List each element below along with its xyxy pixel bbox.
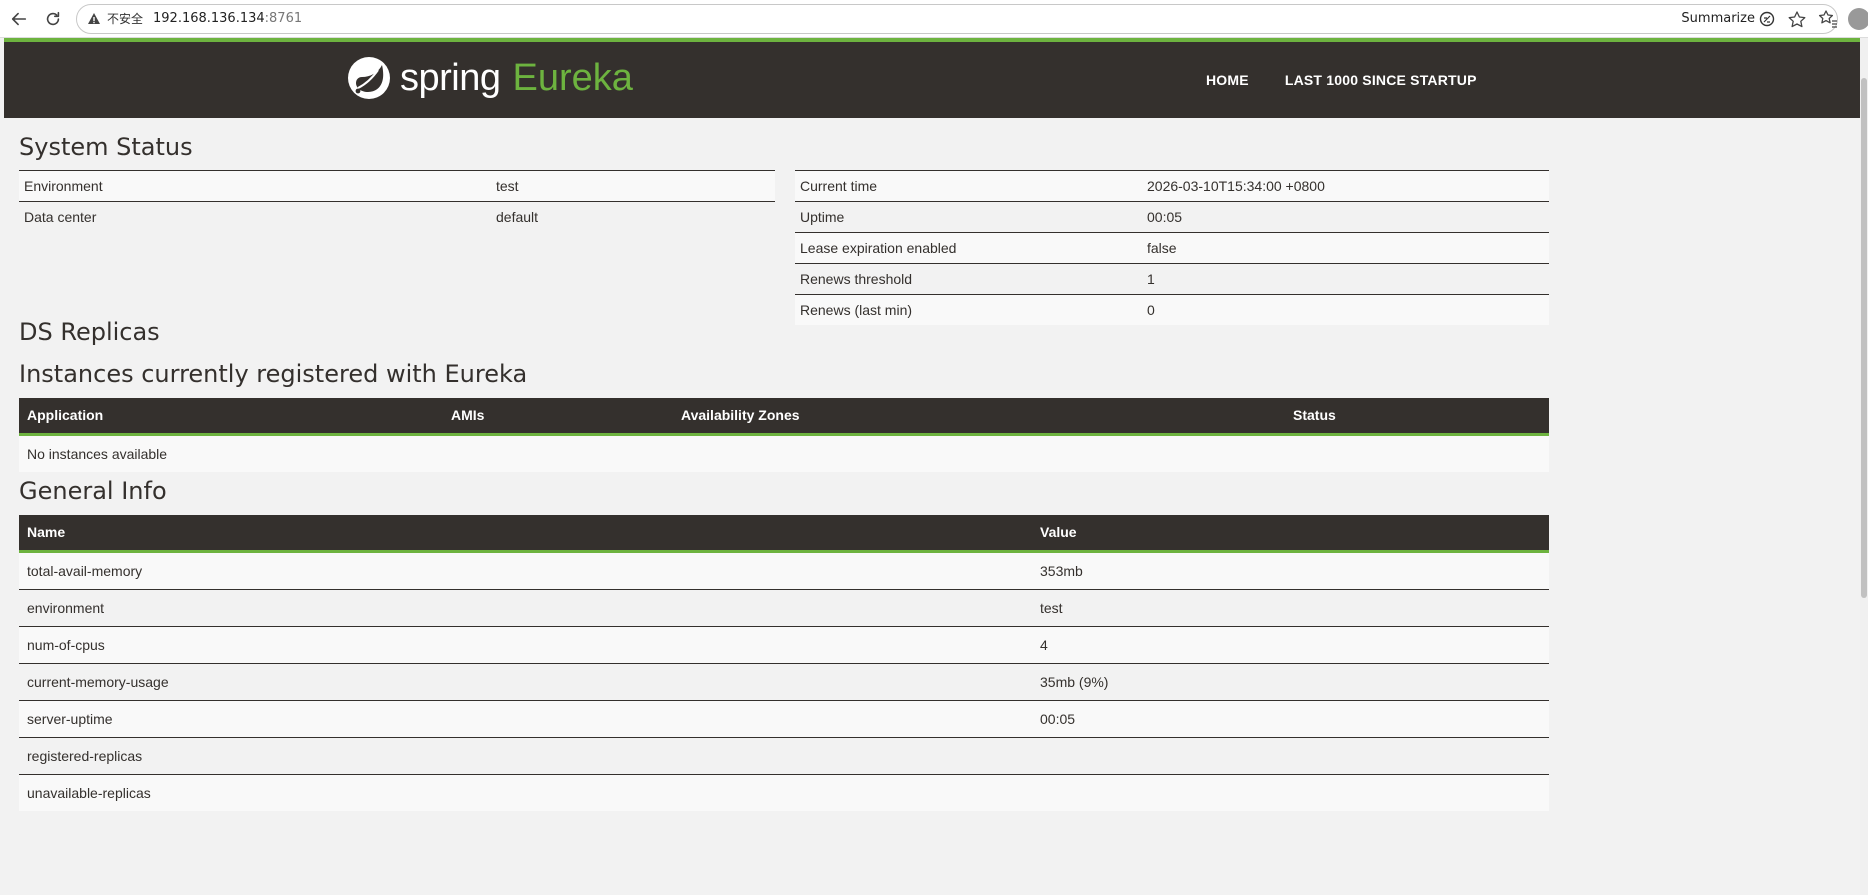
status-key: Current time [795, 170, 1142, 202]
reload-button[interactable] [40, 6, 66, 32]
general-info-table: Name Value total-avail-memory 353mb envi… [19, 515, 1549, 811]
status-value: 1 [1142, 263, 1549, 295]
column-header-status: Status [1285, 398, 1549, 436]
general-info-heading: General Info [19, 477, 167, 505]
nav-last-1000-link[interactable]: LAST 1000 SINCE STARTUP [1285, 72, 1477, 88]
status-row-renews-threshold: Renews threshold 1 [795, 263, 1549, 295]
ds-replicas-heading: DS Replicas [19, 318, 160, 346]
column-header-availability-zones: Availability Zones [673, 398, 1285, 436]
general-info-header-row: Name Value [19, 515, 1549, 553]
status-key: Environment [19, 170, 491, 202]
status-key: Renews (last min) [795, 294, 1142, 325]
address-bar[interactable]: 不安全 192.168.136.134:8761 Summarize [76, 4, 1838, 34]
table-row: No instances available [19, 434, 1549, 472]
status-key: Uptime [795, 201, 1142, 233]
eureka-dashboard: spring Eureka HOME LAST 1000 SINCE START… [4, 38, 1864, 895]
instances-header-row: Application AMIs Availability Zones Stat… [19, 398, 1549, 436]
info-value [1032, 736, 1549, 774]
table-row: registered-replicas [19, 736, 1549, 774]
bookmark-star-icon[interactable] [1787, 10, 1807, 30]
favorites-icon[interactable] [1818, 9, 1838, 29]
status-row-uptime: Uptime 00:05 [795, 201, 1549, 233]
table-row: server-uptime 00:05 [19, 699, 1549, 737]
instances-table: Application AMIs Availability Zones Stat… [19, 398, 1549, 472]
column-header-value: Value [1032, 515, 1549, 553]
status-value: 2026-03-10T15:34:00 +0800 [1142, 170, 1549, 202]
system-status-heading: System Status [19, 133, 193, 161]
url-text[interactable]: 192.168.136.134:8761 [153, 10, 302, 28]
status-row-renews-last-min: Renews (last min) 0 [795, 294, 1549, 325]
column-header-amis: AMIs [443, 398, 673, 436]
page-scrollbar[interactable] [1860, 38, 1868, 895]
arrow-left-icon [11, 12, 27, 26]
info-name: total-avail-memory [19, 551, 1032, 589]
status-key: Lease expiration enabled [795, 232, 1142, 264]
table-row: unavailable-replicas [19, 773, 1549, 811]
summarize-label: Summarize [1681, 11, 1755, 26]
empty-state-text: No instances available [19, 434, 1549, 472]
system-status-left-table: Environment test Data center default [19, 170, 775, 232]
info-value: 00:05 [1032, 699, 1549, 737]
status-key: Data center [19, 201, 491, 232]
back-button[interactable] [6, 6, 32, 32]
status-row-lease-expiration: Lease expiration enabled false [795, 232, 1549, 264]
spring-leaf-icon [348, 57, 390, 99]
status-value: 0 [1142, 294, 1549, 325]
column-header-application: Application [19, 398, 443, 436]
url-host: 192.168.136.134 [153, 11, 265, 26]
brand-spring-text: spring [400, 56, 501, 99]
status-row-environment: Environment test [19, 170, 775, 202]
info-name: registered-replicas [19, 736, 1032, 774]
summarize-button[interactable]: Summarize [1681, 10, 1775, 28]
table-row: environment test [19, 588, 1549, 626]
warning-icon [88, 13, 100, 24]
column-header-name: Name [19, 515, 1032, 553]
brand-eureka-text: Eureka [512, 56, 633, 99]
status-key: Renews threshold [795, 263, 1142, 295]
status-value: default [491, 201, 775, 232]
summarize-icon [1759, 11, 1775, 27]
info-value: 4 [1032, 625, 1549, 663]
system-status-right-table: Current time 2026-03-10T15:34:00 +0800 U… [795, 170, 1549, 325]
scrollbar-thumb[interactable] [1861, 78, 1867, 598]
info-name: unavailable-replicas [19, 773, 1032, 811]
info-name: server-uptime [19, 699, 1032, 737]
top-navbar: spring Eureka HOME LAST 1000 SINCE START… [4, 38, 1864, 118]
instances-heading: Instances currently registered with Eure… [19, 360, 528, 388]
table-row: total-avail-memory 353mb [19, 551, 1549, 589]
status-value: test [491, 170, 775, 202]
info-value [1032, 773, 1549, 811]
status-value: false [1142, 232, 1549, 264]
table-row: current-memory-usage 35mb (9%) [19, 662, 1549, 700]
table-row: num-of-cpus 4 [19, 625, 1549, 663]
insecure-label[interactable]: 不安全 [107, 11, 143, 27]
info-name: num-of-cpus [19, 625, 1032, 663]
nav-home-link[interactable]: HOME [1206, 72, 1249, 88]
url-port: :8761 [264, 11, 303, 26]
browser-toolbar: 不安全 192.168.136.134:8761 Summarize [0, 0, 1868, 38]
reload-icon [46, 11, 60, 26]
info-name: environment [19, 588, 1032, 626]
info-name: current-memory-usage [19, 662, 1032, 700]
info-value: test [1032, 588, 1549, 626]
profile-avatar[interactable] [1848, 8, 1868, 30]
status-value: 00:05 [1142, 201, 1549, 233]
info-value: 353mb [1032, 551, 1549, 589]
spring-eureka-logo[interactable]: spring Eureka [346, 54, 633, 102]
status-row-data-center: Data center default [19, 201, 775, 232]
nav-links: HOME LAST 1000 SINCE STARTUP [1206, 72, 1477, 88]
status-row-current-time: Current time 2026-03-10T15:34:00 +0800 [795, 170, 1549, 202]
info-value: 35mb (9%) [1032, 662, 1549, 700]
